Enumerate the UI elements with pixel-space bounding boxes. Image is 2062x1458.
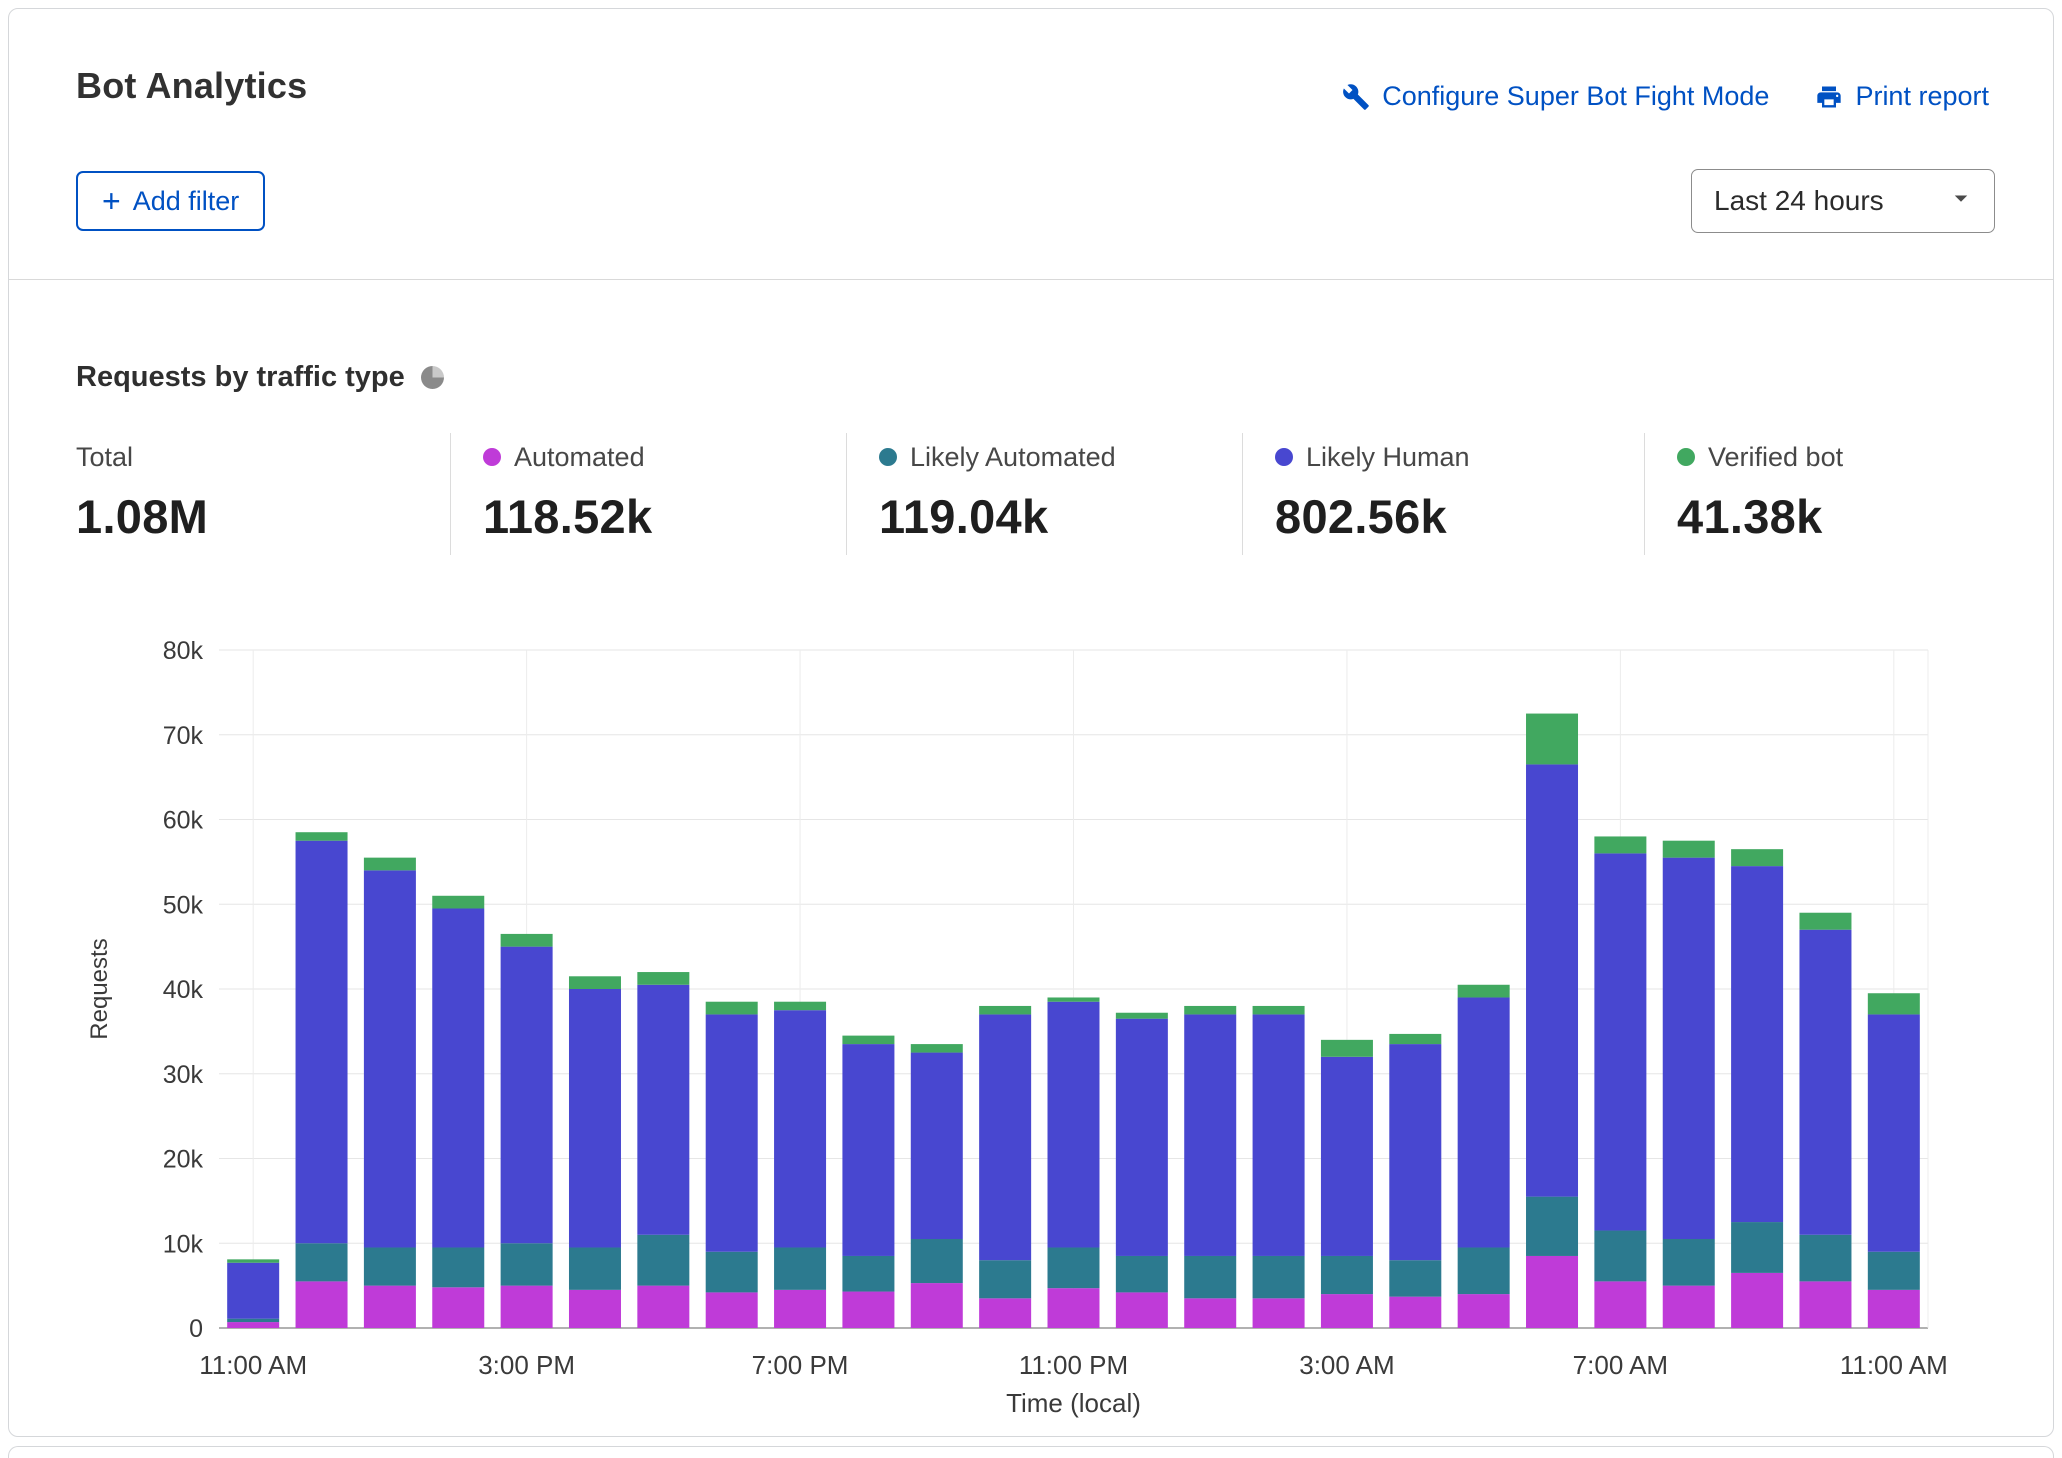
configure-link-label: Configure Super Bot Fight Mode: [1382, 81, 1769, 112]
traffic-chart[interactable]: 0 10k 20k 30k 40k 50k 60k 70k 80k 11:00 AM 3:00 PM…: [69, 619, 1989, 1419]
svg-text:30k: 30k: [163, 1061, 204, 1089]
stat-likely-automated-value: 119.04k: [879, 489, 1116, 544]
stat-likely-human-label: Likely Human: [1306, 442, 1470, 473]
svg-text:7:00 AM: 7:00 AM: [1573, 1350, 1668, 1380]
wrench-icon: [1342, 83, 1370, 111]
stat-likely-human-value: 802.56k: [1275, 489, 1470, 544]
svg-text:10k: 10k: [163, 1230, 204, 1258]
svg-text:60k: 60k: [163, 807, 204, 835]
stat-automated-label: Automated: [514, 442, 645, 473]
page-title: Bot Analytics: [76, 65, 307, 107]
stat-total-value: 1.08M: [76, 489, 208, 544]
svg-text:0: 0: [189, 1315, 203, 1343]
time-range-value: Last 24 hours: [1714, 185, 1884, 217]
add-filter-button[interactable]: + Add filter: [76, 171, 265, 231]
automated-legend-dot: [483, 448, 501, 466]
svg-text:Requests: Requests: [86, 938, 113, 1039]
print-link-label: Print report: [1855, 81, 1989, 112]
add-filter-label: Add filter: [133, 186, 240, 217]
stat-total[interactable]: Total 1.08M: [76, 441, 208, 544]
next-card-top-edge: [8, 1446, 2054, 1458]
svg-text:11:00 AM: 11:00 AM: [1840, 1350, 1948, 1380]
stat-automated[interactable]: Automated 118.52k: [483, 441, 652, 544]
svg-text:11:00 AM: 11:00 AM: [199, 1350, 307, 1380]
svg-text:50k: 50k: [163, 891, 204, 919]
header-divider: [9, 279, 2053, 280]
header-actions: Configure Super Bot Fight Mode Print rep…: [1342, 81, 1989, 112]
stat-verified-bot-label: Verified bot: [1708, 442, 1843, 473]
stat-verified-bot-value: 41.38k: [1677, 489, 1843, 544]
svg-text:7:00 PM: 7:00 PM: [752, 1350, 849, 1380]
stat-likely-automated[interactable]: Likely Automated 119.04k: [879, 441, 1116, 544]
stat-likely-automated-label: Likely Automated: [910, 442, 1116, 473]
configure-super-bot-fight-mode-link[interactable]: Configure Super Bot Fight Mode: [1342, 81, 1769, 112]
svg-text:20k: 20k: [163, 1146, 204, 1174]
chevron-down-icon: [1946, 183, 1976, 220]
svg-text:40k: 40k: [163, 976, 204, 1004]
print-report-link[interactable]: Print report: [1815, 81, 1989, 112]
time-range-select[interactable]: Last 24 hours: [1691, 169, 1995, 233]
chart-area: 0 10k 20k 30k 40k 50k 60k 70k 80k 11:00 AM 3:00 PM…: [69, 619, 1989, 1419]
stat-total-label: Total: [76, 442, 133, 473]
verified-bot-legend-dot: [1677, 448, 1695, 466]
stat-verified-bot[interactable]: Verified bot 41.38k: [1677, 441, 1843, 544]
svg-text:11:00 PM: 11:00 PM: [1019, 1350, 1128, 1380]
svg-text:3:00 PM: 3:00 PM: [478, 1350, 575, 1380]
pie-chart-icon: [421, 366, 444, 389]
stat-likely-human[interactable]: Likely Human 802.56k: [1275, 441, 1470, 544]
svg-text:Time (local): Time (local): [1006, 1388, 1141, 1418]
plus-icon: +: [102, 185, 121, 217]
printer-icon: [1815, 83, 1843, 111]
svg-text:80k: 80k: [163, 637, 204, 665]
stat-separator: [1242, 433, 1243, 555]
likely-human-legend-dot: [1275, 448, 1293, 466]
svg-text:3:00 AM: 3:00 AM: [1299, 1350, 1394, 1380]
section-title-row: Requests by traffic type: [76, 361, 444, 394]
section-title: Requests by traffic type: [76, 361, 405, 394]
stat-separator: [846, 433, 847, 555]
stat-separator: [450, 433, 451, 555]
likely-automated-legend-dot: [879, 448, 897, 466]
svg-text:70k: 70k: [163, 722, 204, 750]
stat-automated-value: 118.52k: [483, 489, 652, 544]
bot-analytics-card: Bot Analytics Configure Super Bot Fight …: [8, 8, 2054, 1437]
stat-separator: [1644, 433, 1645, 555]
